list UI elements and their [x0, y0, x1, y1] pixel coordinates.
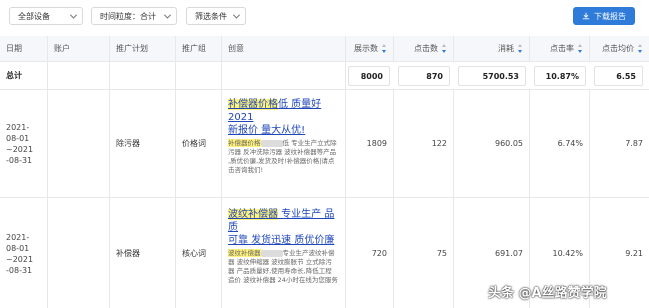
row-ctr: 6.74%: [530, 90, 590, 197]
date-line: 08-01: [6, 243, 30, 253]
creative-title[interactable]: 波纹补偿器 专业生产 品质 可靠 发货迅速 质优价廉: [228, 208, 339, 247]
date-line: 2021-: [6, 122, 30, 132]
creative-title[interactable]: 补偿器价格低 质量好 2021 新报价 量大从优!: [228, 98, 339, 137]
creative-description: 波纹补偿器 专业生产波纹补偿器 波纹伸缩器 波纹膨胀节 立式除污器 产品质量好,使…: [228, 249, 338, 285]
total-empty-account: [48, 62, 110, 89]
row-account: [48, 198, 110, 308]
row-creative[interactable]: 波纹补偿器 专业生产 品质 可靠 发货迅速 质优价廉 波纹补偿器 专业生产波纹补偿…: [222, 198, 346, 308]
total-row: 总计 8000 870 5700.53 10.87% 6.55: [0, 62, 649, 90]
row-plan[interactable]: 补偿器: [110, 198, 176, 308]
sort-icon[interactable]: [382, 44, 387, 53]
header-plan[interactable]: 推广计划: [110, 36, 176, 61]
table-row: 2021- 08-01 ~2021 -08-31 除污器 价格词 补偿器价格低 …: [0, 90, 649, 198]
creative-description: 补偿器价格低 专业生产立式除污器 反冲洗除污器 波纹补偿器等产品 ,质优价廉,发…: [228, 139, 338, 175]
creative-title-line2: 新报价 量大从优!: [228, 125, 306, 136]
row-clicks: 122: [394, 90, 454, 197]
total-label: 总计: [0, 62, 48, 89]
sort-icon[interactable]: [638, 44, 643, 53]
row-cost: 960.05: [454, 90, 530, 197]
header-impressions[interactable]: 展示数: [346, 36, 394, 61]
row-cpc: 7.87: [625, 139, 643, 148]
chevron-down-icon: [163, 11, 172, 19]
row-account: [48, 90, 110, 197]
row-date: 2021- 08-01 ~2021 -08-31: [0, 198, 48, 308]
sort-icon[interactable]: [578, 44, 583, 53]
row-impressions: 1809: [346, 90, 394, 197]
header-creative[interactable]: 创意: [222, 36, 346, 61]
sort-icon[interactable]: [518, 44, 523, 53]
row-date: 2021- 08-01 ~2021 -08-31: [0, 90, 48, 197]
row-group[interactable]: 核心词: [176, 198, 222, 308]
device-filter-label: 全部设备: [18, 11, 50, 21]
keyword-highlight: 补偿器价格: [228, 99, 278, 110]
date-line: ~2021: [6, 144, 34, 154]
keyword-highlight: 补偿器价格: [228, 139, 261, 147]
toolbar: 全部设备 时间粒度：合计 筛选条件 下载报告: [0, 0, 649, 34]
row-clicks: 75: [394, 198, 454, 308]
device-filter-select[interactable]: 全部设备: [9, 7, 83, 25]
download-report-button[interactable]: 下载报告: [573, 7, 635, 25]
watermark: 头条 @A丝路赞学院: [488, 286, 607, 301]
blurred-text: [260, 139, 283, 147]
date-line: 2021-: [6, 232, 30, 242]
header-date[interactable]: 日期: [0, 36, 48, 61]
total-empty-group: [176, 62, 222, 89]
table-header: 日期 账户 推广计划 推广组 创意 展示数 点击数 消耗 点击率 点击均价: [0, 36, 649, 62]
date-line: -08-31: [6, 265, 33, 275]
row-creative[interactable]: 补偿器价格低 质量好 2021 新报价 量大从优! 补偿器价格低 专业生产立式除…: [222, 90, 346, 197]
date-line: -08-31: [6, 155, 33, 165]
blurred-text: [260, 249, 283, 257]
total-cost: 5700.53: [458, 66, 526, 86]
date-line: 08-01: [6, 133, 30, 143]
row-group[interactable]: 价格词: [176, 90, 222, 197]
time-filter-label: 时间粒度：合计: [100, 11, 156, 21]
header-cpc[interactable]: 点击均价: [590, 36, 649, 61]
header-ctr[interactable]: 点击率: [530, 36, 590, 61]
total-ctr: 10.87%: [534, 66, 586, 86]
download-icon: [582, 12, 590, 20]
filter-conditions-label: 筛选条件: [195, 11, 227, 21]
header-cost[interactable]: 消耗: [454, 36, 530, 61]
total-clicks: 870: [398, 66, 450, 86]
total-impressions: 8000: [348, 66, 390, 86]
total-cpc: 6.55: [594, 66, 643, 86]
keyword-highlight: 波纹补偿器: [228, 209, 278, 220]
filter-conditions-select[interactable]: 筛选条件: [186, 7, 246, 25]
row-plan[interactable]: 除污器: [110, 90, 176, 197]
sort-icon[interactable]: [442, 44, 447, 53]
date-line: ~2021: [6, 254, 34, 264]
chevron-down-icon: [232, 11, 241, 19]
keyword-highlight: 波纹补偿器: [228, 249, 261, 257]
time-granularity-select[interactable]: 时间粒度：合计: [91, 7, 177, 25]
chevron-down-icon: [69, 11, 78, 19]
download-report-label: 下载报告: [594, 11, 626, 21]
creative-title-line2: 可靠 发货迅速 质优价廉: [228, 235, 335, 246]
header-group[interactable]: 推广组: [176, 36, 222, 61]
total-empty-plan: [110, 62, 176, 89]
header-account[interactable]: 账户: [48, 36, 110, 61]
total-empty-creative: [222, 62, 346, 89]
header-clicks[interactable]: 点击数: [394, 36, 454, 61]
row-impressions: 720: [346, 198, 394, 308]
